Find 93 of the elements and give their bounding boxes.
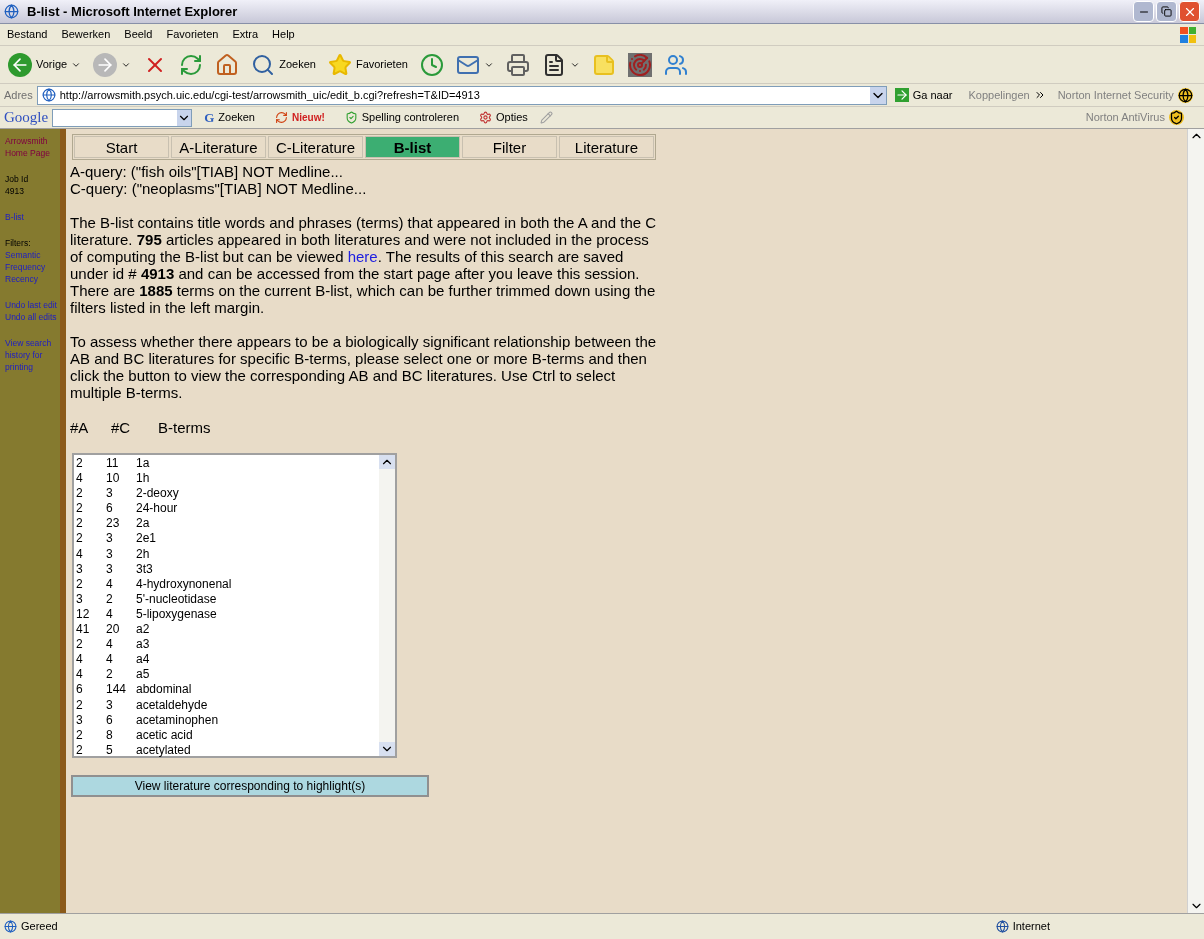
list-item[interactable]: 2 3 2-deoxy <box>76 486 379 502</box>
here-link[interactable]: here <box>347 248 378 265</box>
tab[interactable]: Literature <box>559 136 654 158</box>
toolbar-button[interactable]: Vorige <box>4 48 86 81</box>
page-scrollbar[interactable] <box>1187 129 1204 913</box>
note-icon <box>591 52 616 77</box>
dropdown-icon[interactable] <box>177 109 192 126</box>
globe-icon[interactable] <box>1177 87 1193 103</box>
history-icon <box>419 52 444 77</box>
forward-icon <box>93 52 118 77</box>
list-item[interactable]: 2 3 2e1 <box>76 531 379 547</box>
list-item[interactable]: 2 8 acetic acid <box>76 727 379 743</box>
scroll-down-icon[interactable] <box>379 742 395 756</box>
menu-item[interactable]: Help <box>265 26 302 43</box>
list-item[interactable]: 4 10 1h <box>76 471 379 487</box>
menu-item[interactable]: Bewerken <box>54 26 118 43</box>
restore-button[interactable] <box>1156 1 1177 22</box>
star-icon <box>327 52 352 77</box>
options-icon <box>479 111 492 124</box>
list-item[interactable]: 2 23 2a <box>76 516 379 532</box>
menu-item[interactable]: Extra <box>225 26 266 43</box>
swirl-icon <box>275 111 288 124</box>
list-item[interactable]: 4 2 a5 <box>76 667 379 683</box>
list-item[interactable]: 2 5 acetylated <box>76 742 379 758</box>
toolbar-button[interactable]: Favorieten <box>323 48 412 81</box>
description-paragraph: The B-list contains title words and phrases (terms) that appeared in both the A and the C literature. 795 articles appeared in both literatures and were not included in the process of computing the B-list but can be viewed here. The results of this search are saved under id # 4913 and can be accessed from the start page after you leave this session. There are 1885 terms on the current B-list, which can be further trimmed down using the filters listed in the left margin. <box>70 214 658 316</box>
windows-logo-icon <box>1180 26 1196 43</box>
google-search-field[interactable] <box>52 108 193 127</box>
tab[interactable]: C-Literature <box>268 136 363 158</box>
minimize-button[interactable] <box>1133 1 1154 22</box>
menu-item[interactable]: Beeld <box>117 26 160 43</box>
list-item[interactable]: 4 4 a4 <box>76 652 379 668</box>
toolbar-button[interactable]: Zoeken <box>247 48 320 81</box>
tab[interactable]: A-Literature <box>171 136 266 158</box>
zone-text: Internet <box>1012 919 1050 935</box>
antivirus-icon[interactable] <box>1169 110 1184 125</box>
column-header: #C <box>111 419 132 436</box>
instruction-paragraph: To assess whether there appears to be a biologically significant relationship between the AB and BC literatures for specific B-terms, please select one or more B-terms and then click the button to view the corresponding AB and BC literatures. Use Ctrl to select multiple B-terms. <box>70 333 658 401</box>
print-icon <box>505 52 530 77</box>
query-text: A-query: ("fish oils"[TIAB] NOT Medline... <box>70 163 344 180</box>
address-label: Adres <box>4 87 33 103</box>
dropdown-icon[interactable] <box>869 86 886 104</box>
column-header: #A <box>70 419 90 436</box>
radar-icon <box>627 52 652 77</box>
sidebar-text: Job Id <box>5 173 30 185</box>
more-icon[interactable] <box>1033 89 1046 101</box>
search-icon <box>251 52 276 77</box>
list-item[interactable]: 6 144 abdominal <box>76 682 379 698</box>
globe-icon <box>995 920 1009 933</box>
google-logo[interactable]: Google <box>4 106 49 129</box>
go-button[interactable]: Ga naar <box>890 86 957 104</box>
address-field[interactable]: http://arrowsmith.psych.uic.edu/cgi-test/arrowsmith_uic/edit_b.cgi?refresh=T&ID=4913 <box>36 85 887 105</box>
status-text: Gereed <box>21 919 58 935</box>
google-search-button[interactable]: G Zoeken <box>196 107 263 128</box>
close-button[interactable] <box>1179 1 1200 22</box>
window-title: B-list - Microsoft Internet Explorer <box>27 2 238 21</box>
sidebar-text: Filters: <box>5 237 32 249</box>
new-button[interactable]: Nieuw! <box>267 110 333 125</box>
query-text: C-query: ("neoplasms"[TIAB] NOT Medline... <box>70 180 368 197</box>
tab[interactable]: Filter <box>462 136 557 158</box>
list-item[interactable]: 2 4 a3 <box>76 637 379 653</box>
scrollbar[interactable] <box>379 455 395 756</box>
column-header: B-terms <box>158 419 211 436</box>
back-icon <box>8 52 32 77</box>
options-button[interactable]: Opties <box>471 109 536 126</box>
home-icon <box>215 52 240 77</box>
tab[interactable]: B-list <box>365 136 460 158</box>
list-item[interactable]: 3 2 5'-nucleotidase <box>76 591 379 607</box>
list-item[interactable]: 3 6 acetaminophen <box>76 712 379 728</box>
sidebar-text: 4913 <box>5 185 25 197</box>
restore-icon <box>1161 6 1172 17</box>
scroll-up-icon[interactable] <box>379 455 395 469</box>
list-item[interactable]: 2 6 24-hour <box>76 501 379 517</box>
list-item[interactable]: 3 3 3t3 <box>76 561 379 577</box>
spellcheck-button[interactable]: Spelling controleren <box>336 109 467 126</box>
page-icon <box>41 88 56 102</box>
list-item[interactable]: 41 20 a2 <box>76 622 379 638</box>
list-item[interactable]: 12 4 5-lipoxygenase <box>76 606 379 623</box>
b-terms-listbox[interactable] <box>72 453 397 758</box>
refresh-icon <box>179 52 204 77</box>
people-icon <box>663 52 688 77</box>
tab[interactable]: Start <box>74 136 169 158</box>
g-logo: G <box>204 108 215 127</box>
list-item[interactable]: 2 3 acetaldehyde <box>76 697 379 713</box>
spellcheck-icon <box>344 111 358 124</box>
menu-item[interactable]: Bestand <box>0 26 55 43</box>
page-icon <box>4 920 17 933</box>
ie-icon <box>4 4 19 19</box>
list-item[interactable]: 2 11 1a <box>76 456 379 472</box>
view-literature-button[interactable]: View literature corresponding to highlight(s) <box>71 775 429 797</box>
list-item[interactable]: 2 4 4-hydroxynonenal <box>76 576 379 592</box>
menu-item[interactable]: Favorieten <box>159 26 226 43</box>
list-item[interactable]: 4 3 2h <box>76 546 379 562</box>
